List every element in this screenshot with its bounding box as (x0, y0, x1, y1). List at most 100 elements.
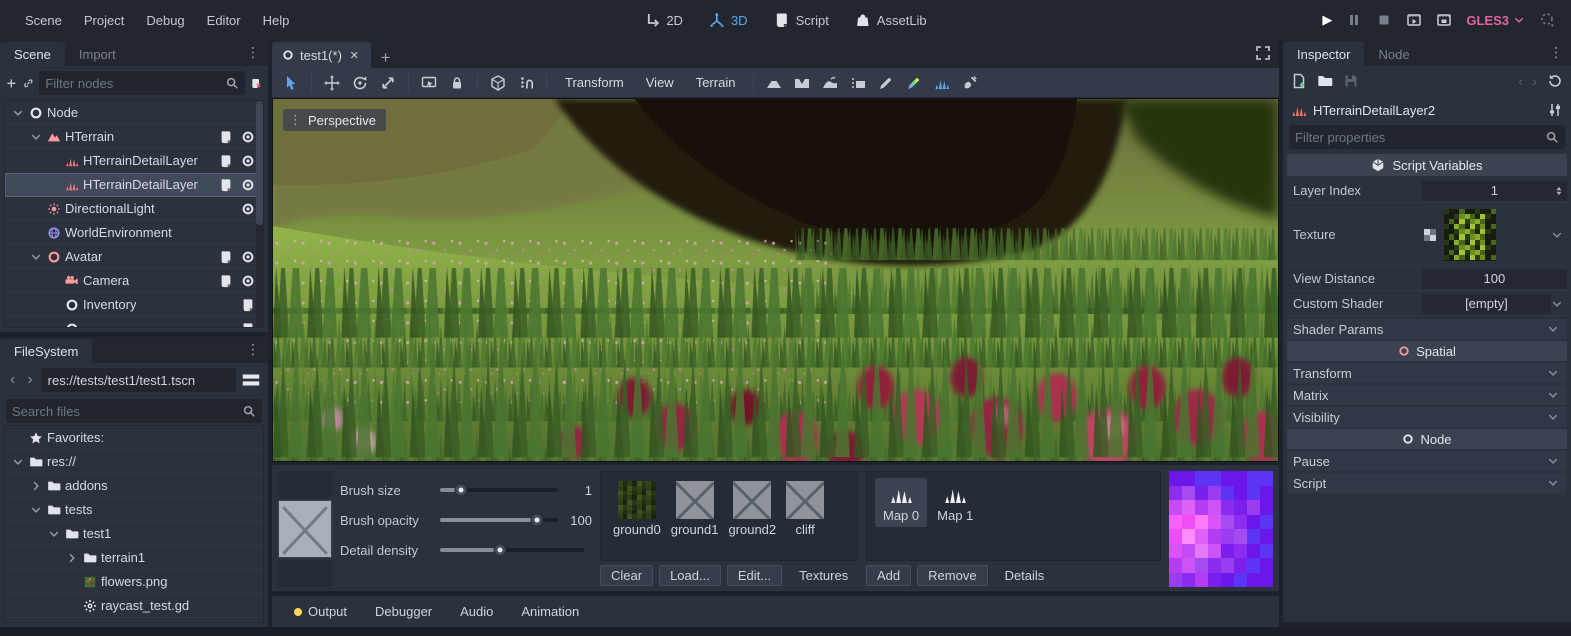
brush-shape-selected[interactable] (278, 500, 332, 558)
script-icon[interactable] (219, 250, 233, 264)
add-node-button[interactable] (6, 71, 17, 95)
script-icon[interactable] (219, 274, 233, 288)
perspective-menu[interactable]: ⋮ Perspective (283, 109, 386, 131)
menu-debug[interactable]: Debug (135, 9, 195, 32)
history-forward-icon[interactable]: › (1533, 74, 1537, 89)
scene-tree-item-node[interactable]: Node (5, 101, 263, 125)
brush-shape-slot[interactable] (278, 471, 332, 498)
terrain-smooth-tool-button[interactable] (817, 71, 843, 95)
scrollbar[interactable] (256, 101, 263, 327)
texture-slot-ground1[interactable]: ground1 (667, 478, 723, 540)
view-distance-field[interactable]: 100 (1422, 269, 1567, 289)
section-pause[interactable]: Pause (1287, 451, 1567, 471)
tab-inspector[interactable]: Inspector (1283, 42, 1364, 66)
viewport-menu-terrain[interactable]: Terrain (685, 75, 747, 90)
visibility-eye-icon[interactable] (241, 250, 255, 264)
section-shader-params[interactable]: Shader Params (1287, 319, 1567, 339)
fs-tree-item-addons[interactable]: addons (5, 474, 263, 498)
detail-map-1[interactable]: Map 1 (929, 478, 981, 527)
tab-node[interactable]: Node (1364, 42, 1423, 66)
group-node-button[interactable] (485, 71, 511, 95)
section-visibility[interactable]: Visibility (1287, 407, 1567, 427)
3d-viewport[interactable]: ⋮ Perspective (272, 98, 1279, 462)
skeleton-options-button[interactable] (513, 71, 539, 95)
workspace-3d-button[interactable]: 3D (699, 8, 758, 32)
scene-tree-item-inventory[interactable]: Inventory (5, 293, 263, 317)
bottom-tab-audio[interactable]: Audio (448, 601, 505, 622)
fs-tree-item-favorites-[interactable]: Favorites: (5, 426, 263, 450)
renderer-dropdown[interactable]: GLES3 (1466, 13, 1525, 28)
texture-thumbnail[interactable] (1444, 209, 1496, 261)
move-tool-button[interactable] (319, 71, 345, 95)
fs-tree-item-tests[interactable]: tests (5, 498, 263, 522)
history-back-icon[interactable]: ‹ (6, 371, 19, 389)
current-path-field[interactable] (41, 368, 236, 392)
play-custom-scene-button[interactable] (1436, 12, 1452, 28)
script-icon[interactable] (241, 322, 255, 329)
visibility-eye-icon[interactable] (241, 178, 255, 192)
chevron-down-icon[interactable] (11, 107, 25, 119)
menu-help[interactable]: Help (252, 9, 301, 32)
select-tool-button[interactable] (278, 71, 304, 95)
tab-scene[interactable]: Scene (0, 42, 65, 66)
visibility-eye-icon[interactable] (241, 154, 255, 168)
scene-tree-item-avatar[interactable]: Avatar (5, 245, 263, 269)
object-history-icon[interactable] (1547, 73, 1563, 89)
brush-shape-slot[interactable] (278, 560, 332, 587)
close-tab-icon[interactable]: × (348, 47, 361, 64)
scene-tree-item-hterraindetaillayer[interactable]: HTerrainDetailLayer (5, 173, 263, 197)
visibility-eye-icon[interactable] (241, 274, 255, 288)
new-scene-tab-button[interactable]: + (371, 48, 401, 68)
chevron-right-icon[interactable] (29, 480, 43, 492)
chevron-down-icon[interactable] (1551, 227, 1567, 243)
terrain-lower-tool-button[interactable] (789, 71, 815, 95)
search-files-input[interactable] (6, 399, 262, 423)
section-matrix[interactable]: Matrix (1287, 385, 1567, 405)
scene-tree-item-worldenvironment[interactable]: WorldEnvironment (5, 221, 263, 245)
update-spinner-icon[interactable] (1539, 12, 1555, 28)
workspace-script-button[interactable]: Script (764, 8, 839, 32)
split-mode-toggle-icon[interactable] (240, 369, 262, 391)
slider-knob[interactable] (494, 544, 507, 557)
scene-tree-item-clipped[interactable] (5, 317, 263, 328)
menu-project[interactable]: Project (73, 9, 135, 32)
save-resource-icon[interactable] (1343, 73, 1359, 89)
scene-tree-item-directionallight[interactable]: DirectionalLight (5, 197, 263, 221)
viewport-menu-transform[interactable]: Transform (554, 75, 635, 90)
add-button[interactable]: Add (866, 565, 911, 586)
fs-tree-item-terrain1[interactable]: terrain1 (5, 546, 263, 570)
history-back-icon[interactable]: ‹ (1518, 74, 1522, 89)
chevron-down-icon[interactable] (47, 528, 61, 540)
detail-map-0[interactable]: Map 0 (875, 478, 927, 527)
texture-slot-ground2[interactable]: ground2 (724, 478, 780, 540)
dock-menu-icon[interactable]: ⋮ (1545, 44, 1567, 61)
terrain-paint-texture-tool-button[interactable] (873, 71, 899, 95)
script-icon[interactable] (219, 178, 233, 192)
terrain-paint-detail-tool-button[interactable] (929, 71, 955, 95)
script-icon[interactable] (241, 298, 255, 312)
dock-menu-icon[interactable]: ⋮ (242, 44, 264, 61)
script-icon[interactable] (219, 130, 233, 144)
workspace-2d-button[interactable]: 2D (634, 8, 693, 32)
slider-knob[interactable] (530, 514, 543, 527)
tab-import[interactable]: Import (65, 42, 130, 66)
viewport-menu-view[interactable]: View (635, 75, 685, 90)
instance-scene-button[interactable] (23, 71, 34, 95)
filter-properties-input[interactable] (1289, 125, 1565, 149)
slider-track[interactable] (440, 518, 558, 522)
fs-tree-item-test1[interactable]: test1 (5, 522, 263, 546)
stepper-icon[interactable] (1553, 185, 1565, 197)
stop-button[interactable] (1376, 12, 1392, 28)
menu-editor[interactable]: Editor (196, 9, 252, 32)
lock-node-button[interactable] (444, 71, 470, 95)
terrain-paint-color-tool-button[interactable] (901, 71, 927, 95)
fs-tree-item-raycast-test-gd[interactable]: raycast_test.gd (5, 594, 263, 618)
rotate-tool-button[interactable] (347, 71, 373, 95)
terrain-flatten-tool-button[interactable] (845, 71, 871, 95)
scene-tree-item-hterraindetaillayer[interactable]: HTerrainDetailLayer (5, 149, 263, 173)
slider-track[interactable] (440, 488, 558, 492)
chevron-down-icon[interactable] (1551, 296, 1567, 312)
chevron-right-icon[interactable] (65, 552, 79, 564)
section-transform[interactable]: Transform (1287, 363, 1567, 383)
terrain-raise-tool-button[interactable] (761, 71, 787, 95)
